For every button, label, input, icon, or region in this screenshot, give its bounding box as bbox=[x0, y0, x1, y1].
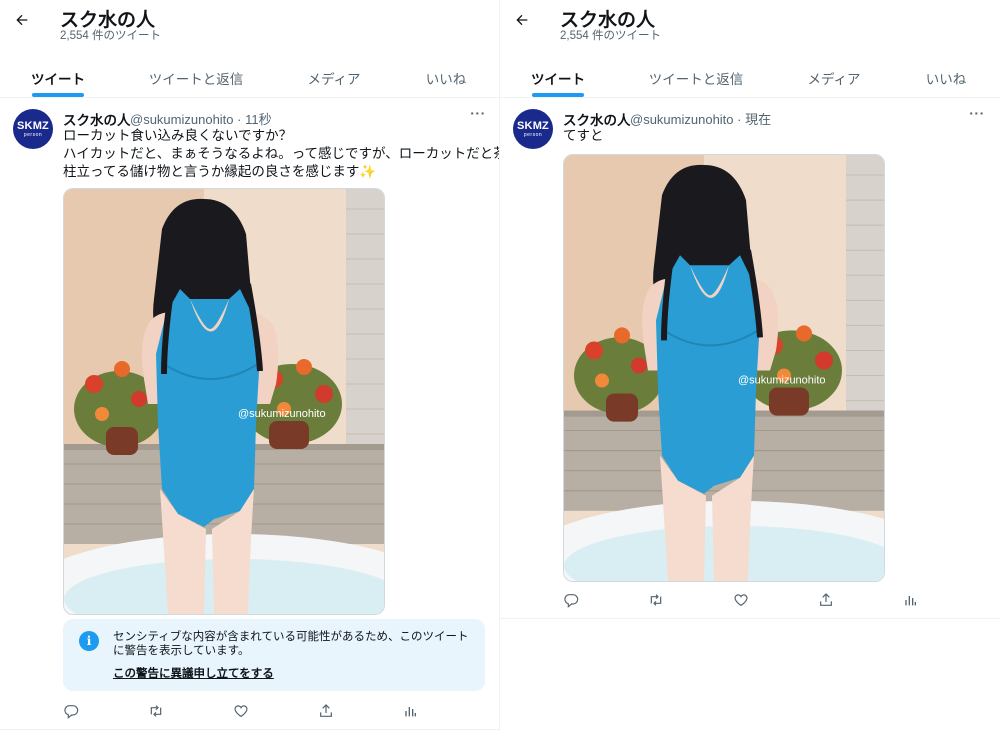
tweet-divider bbox=[500, 618, 1000, 619]
like-icon[interactable] bbox=[233, 703, 249, 719]
left-panel: スク水の人 2,554 件のツイート ツイート ツイートと返信 メディア いいね… bbox=[0, 0, 500, 731]
analytics-icon[interactable] bbox=[402, 703, 418, 719]
analytics-icon[interactable] bbox=[902, 592, 918, 608]
tab-tweets[interactable]: ツイート bbox=[518, 54, 598, 98]
tweet-handle-time[interactable]: @sukumizunohito · 11秒 bbox=[130, 109, 272, 128]
tab-tweets-and-replies[interactable]: ツイートと返信 bbox=[640, 54, 752, 98]
tweet-photo[interactable]: @sukumizunohito bbox=[63, 188, 385, 615]
avatar-text: SKMZ bbox=[17, 119, 49, 132]
tweet-count: 2,554 件のツイート bbox=[560, 30, 661, 42]
tab-likes[interactable]: いいね bbox=[912, 54, 980, 98]
share-icon[interactable] bbox=[318, 703, 334, 719]
avatar[interactable]: SKMZ person bbox=[13, 109, 53, 149]
more-icon[interactable]: ··· bbox=[967, 106, 987, 126]
avatar-subtext: person bbox=[523, 131, 543, 138]
tab-tweets-and-replies[interactable]: ツイートと返信 bbox=[140, 54, 252, 98]
tweet-author-name[interactable]: スク水の人 bbox=[63, 109, 131, 129]
more-icon[interactable]: ··· bbox=[468, 106, 488, 126]
tab-media[interactable]: メディア bbox=[796, 54, 872, 98]
profile-header: スク水の人 2,554 件のツイート bbox=[0, 0, 499, 50]
profile-header: スク水の人 2,554 件のツイート bbox=[500, 0, 1000, 50]
reply-icon[interactable] bbox=[63, 703, 79, 719]
right-panel: スク水の人 2,554 件のツイート ツイート ツイートと返信 メディア いいね… bbox=[500, 0, 1000, 731]
tab-tweets[interactable]: ツイート bbox=[18, 54, 98, 98]
tweet-count: 2,554 件のツイート bbox=[60, 30, 161, 42]
retweet-icon[interactable] bbox=[148, 703, 164, 719]
active-tab-indicator bbox=[32, 93, 84, 97]
tweet-text-line: ハイカットだと、まぁそうなるよね。って感じですが、ローカットだと茶 bbox=[63, 146, 500, 161]
tab-likes[interactable]: いいね bbox=[412, 54, 480, 98]
info-icon: i bbox=[79, 631, 99, 651]
tweet-photo[interactable]: @sukumizunohito bbox=[563, 154, 885, 582]
warning-text: センシティブな内容が含まれている可能性があるため、このツイートに警告を表示してい… bbox=[113, 631, 469, 657]
avatar[interactable]: SKMZ person bbox=[513, 109, 553, 149]
share-icon[interactable] bbox=[818, 592, 834, 608]
retweet-icon[interactable] bbox=[648, 592, 664, 608]
tweet-handle-time[interactable]: @sukumizunohito · 現在 bbox=[630, 109, 771, 128]
tweet-text-line: てすと bbox=[563, 128, 604, 143]
tab-media[interactable]: メディア bbox=[296, 54, 372, 98]
sensitive-content-notice: i センシティブな内容が含まれている可能性があるため、このツイートに警告を表示し… bbox=[63, 619, 485, 691]
tweet-author-name[interactable]: スク水の人 bbox=[563, 109, 631, 129]
back-arrow-icon[interactable] bbox=[12, 10, 32, 30]
avatar-subtext: person bbox=[23, 131, 43, 138]
like-icon[interactable] bbox=[733, 592, 749, 608]
tweet-text-line: 柱立ってる儲け物と言うか縁起の良さを感じます✨ bbox=[63, 164, 377, 179]
avatar-text: SKMZ bbox=[517, 119, 549, 132]
tweet-text-line: ローカット食い込み良くないですか？ bbox=[63, 128, 293, 143]
tweet-divider bbox=[0, 729, 499, 730]
photo-watermark: @sukumizunohito bbox=[738, 375, 826, 387]
reply-icon[interactable] bbox=[563, 592, 579, 608]
profile-tabs: ツイート ツイートと返信 メディア いいね bbox=[500, 54, 1000, 98]
back-arrow-icon[interactable] bbox=[512, 10, 532, 30]
photo-watermark: @sukumizunohito bbox=[238, 408, 326, 420]
active-tab-indicator bbox=[532, 93, 584, 97]
profile-tabs: ツイート ツイートと返信 メディア いいね bbox=[0, 54, 499, 98]
appeal-warning-link[interactable]: この警告に異議申し立てをする bbox=[113, 665, 274, 681]
